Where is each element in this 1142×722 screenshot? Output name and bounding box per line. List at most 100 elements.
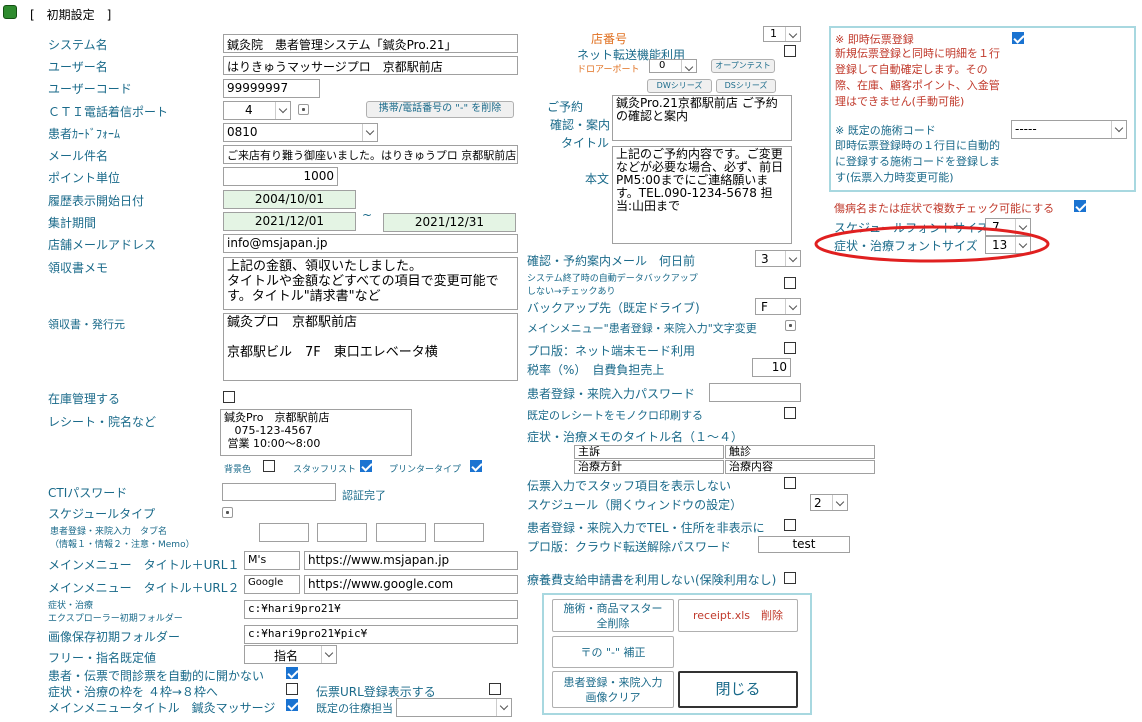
reservation-title-textarea[interactable]: 鍼灸Pro.21京都駅前店 ご予約の確認と案内 [612, 95, 792, 141]
frame-4to8-label: 症状・治療の枠を ４枠→８枠へ [48, 685, 218, 699]
cloud-password-input[interactable]: test [758, 536, 850, 553]
visit-password-label: 患者登録・来院入力パスワード [527, 387, 696, 401]
default-code-title: ※ 既定の施術コード [835, 124, 936, 137]
history-start-input[interactable]: 2004/10/01 [223, 190, 356, 209]
schedule-window-select[interactable]: 2 [810, 494, 848, 511]
net-transfer-checkbox[interactable] [784, 45, 796, 57]
receipt-memo-textarea[interactable]: 上記の金額、領収いたしました。 タイトルや金額などすべての項目で変更可能です。タ… [223, 257, 518, 310]
visit-password-input[interactable] [709, 383, 801, 402]
point-unit-input[interactable]: 1000 [223, 167, 338, 186]
menu-url2-url-input[interactable]: https://www.google.com [304, 575, 518, 594]
drawer-port-select[interactable]: 0 [649, 59, 697, 73]
no-medical-fee-label: 療養費支給申請書を利用しない(保険利用なし) [527, 573, 777, 587]
cloud-password-label: プロ版：クラウド転送解除パスワード [527, 540, 732, 554]
slip-url-checkbox[interactable] [489, 683, 501, 695]
instant-slip-checkbox[interactable] [1012, 32, 1024, 44]
period-label: 集計期間 [48, 216, 97, 230]
card-form-select[interactable]: 0810 [223, 123, 378, 142]
menu-text-radio[interactable] [785, 320, 796, 331]
default-code-select[interactable]: ----- [1011, 120, 1127, 139]
printer-type-checkbox[interactable] [470, 460, 482, 472]
pro-terminal-checkbox[interactable] [784, 342, 796, 354]
drawer-port-value: 0 [659, 60, 666, 71]
user-name-input[interactable]: はりきゅうマッサージプロ 京都駅前店 [223, 56, 518, 75]
default-staff-select[interactable] [396, 698, 512, 717]
menu-url1-label: メインメニュー タイトル＋URL１ [48, 558, 240, 572]
auto-backup-checkbox[interactable] [784, 277, 796, 289]
tab-name-3-input[interactable] [376, 523, 426, 542]
body-label: 本文 [585, 172, 610, 186]
mail-subject-label: メール件名 [48, 149, 109, 163]
hide-staff-label: 伝票入力でスタッフ項目を表示しない [527, 479, 732, 493]
mono-receipt-checkbox[interactable] [784, 407, 796, 419]
reminder-days-select[interactable]: 3 [755, 250, 801, 267]
body-textarea[interactable]: 上記のご予約内容です。ご変更などが必要な場合、必ず、前日PM5:00までにご連絡… [612, 146, 792, 244]
menu-url2-title-input[interactable]: Google [244, 575, 300, 594]
explorer-folder-label-2: エクスプローラー初期フォルダー [48, 614, 183, 624]
pro-terminal-label: プロ版：ネット端末モード利用 [527, 344, 696, 358]
menu-title-checkbox[interactable] [286, 699, 298, 711]
bg-color-checkbox[interactable] [263, 460, 275, 472]
point-unit-label: ポイント単位 [48, 171, 121, 185]
backup-drive-select[interactable]: F [755, 298, 801, 315]
tab-names-sub: （情報１・情報２・注意・Memo） [50, 540, 195, 550]
image-clear-button[interactable]: 患者登録・来院入力 画像クリア [552, 671, 674, 708]
delete-hyphen-button[interactable]: 携帯/電話番号の "-" を削除 [366, 101, 514, 118]
dw-series-button[interactable]: DWシリーズ [647, 79, 712, 93]
menu-url1-url-input[interactable]: https://www.msjapan.jp [304, 551, 518, 570]
tab-name-2-input[interactable] [317, 523, 367, 542]
hide-staff-checkbox[interactable] [784, 477, 796, 489]
memo-title-1-input[interactable]: 主訴 [574, 445, 724, 459]
cti-password-input[interactable] [222, 483, 336, 501]
cti-port-select[interactable]: 4 [223, 101, 291, 120]
chevron-down-icon [832, 495, 847, 510]
period-from-input[interactable]: 2021/12/01 [223, 212, 356, 231]
window-title: [ 初期設定 ] [30, 8, 112, 22]
hyphen-fix-button[interactable]: 〒の "-" 補正 [552, 636, 674, 668]
mail-subject-input[interactable]: ご来店有り難う御座いました。はりきゅうプロ 京都駅前店 [223, 145, 518, 164]
user-code-input[interactable]: 99999997 [223, 79, 320, 98]
hide-tel-checkbox[interactable] [784, 519, 796, 531]
frame-4to8-checkbox[interactable] [286, 683, 298, 695]
no-medical-fee-checkbox[interactable] [784, 572, 796, 584]
cti-port-radio[interactable] [298, 104, 309, 115]
memo-title-2-input[interactable]: 触診 [725, 445, 875, 459]
free-designation-select[interactable]: 指名 [244, 645, 337, 664]
bg-color-label: 背景色 [224, 465, 252, 475]
reservation-label-1: ご予約 [547, 100, 584, 114]
instant-slip-title: ※ 即時伝票登録 [835, 33, 914, 46]
close-button[interactable]: 閉じる [678, 671, 798, 708]
tab-name-1-input[interactable] [259, 523, 309, 542]
tax-label: 税率（%） 自費負担売上 [527, 363, 665, 377]
staff-list-checkbox[interactable] [360, 460, 372, 472]
memo-title-4-input[interactable]: 治療内容 [725, 460, 875, 474]
reminder-days-value: 3 [761, 252, 769, 266]
image-folder-input[interactable]: c:¥hari9pro21¥pic¥ [244, 625, 518, 644]
master-delete-label-1: 施術・商品マスター [563, 601, 663, 615]
memo-title-3-input[interactable]: 治療方針 [574, 460, 724, 474]
inventory-checkbox[interactable] [223, 391, 235, 403]
master-delete-button[interactable]: 施術・商品マスター 全削除 [552, 599, 674, 632]
tab-name-4-input[interactable] [434, 523, 484, 542]
schedule-type-radio[interactable] [222, 507, 233, 518]
shop-no-select[interactable]: 1 [763, 26, 801, 42]
explorer-folder-input[interactable]: c:¥hari9pro21¥ [244, 600, 518, 619]
tax-input[interactable]: 10 [752, 358, 791, 377]
user-name-label: ユーザー名 [48, 60, 108, 74]
inventory-label: 在庫管理する [48, 392, 121, 406]
receipt-name-textarea[interactable]: 鍼灸Pro 京都駅前店 075-123-4567 営業 10:00～8:00 [220, 409, 412, 456]
menu-url1-title-input[interactable]: M's [244, 551, 300, 570]
open-test-button[interactable]: オープンテスト [711, 59, 775, 73]
cti-auth-status: 認証完了 [342, 489, 386, 502]
multi-check-checkbox[interactable] [1074, 200, 1086, 212]
schedule-window-value: 2 [814, 496, 822, 510]
shop-mail-input[interactable]: info@msjapan.jp [223, 234, 518, 253]
shop-no-label: 店番号 [591, 32, 628, 46]
chevron-down-icon [275, 102, 290, 119]
system-name-input[interactable]: 鍼灸院 患者管理システム「鍼灸Pro.21」 [223, 34, 518, 53]
ds-series-button[interactable]: DSシリーズ [716, 79, 776, 93]
receipt-issuer-textarea[interactable]: 鍼灸プロ 京都駅前店 京都駅ビル 7F 東口エレベータ横 [223, 313, 518, 381]
receipt-delete-button[interactable]: receipt.xls 削除 [678, 599, 798, 632]
auto-open-checkbox[interactable] [286, 667, 298, 679]
period-to-input[interactable]: 2021/12/31 [383, 213, 516, 232]
